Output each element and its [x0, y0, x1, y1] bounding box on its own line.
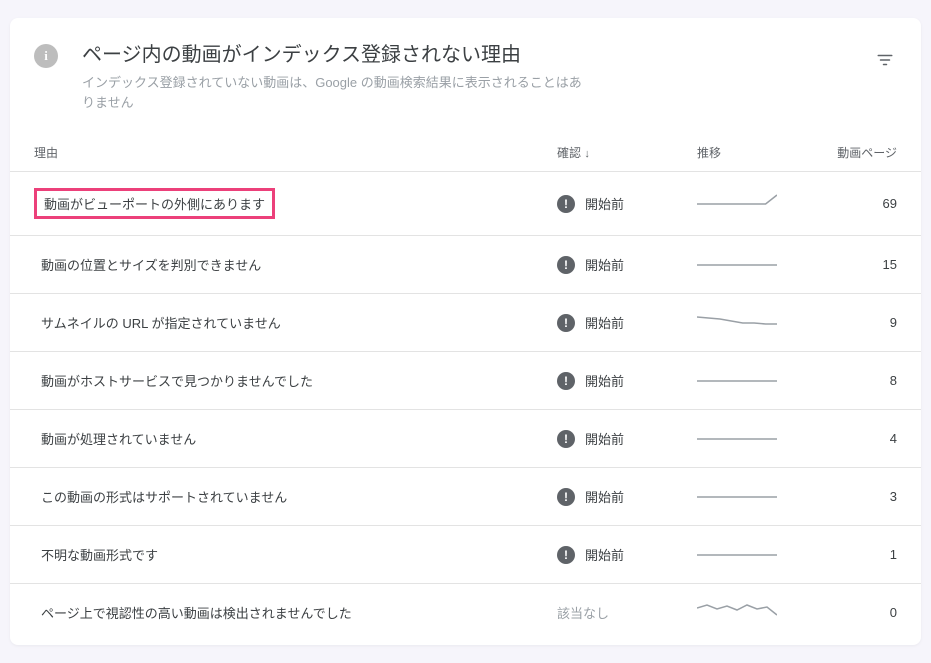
reason-text: ページ上で視認性の高い動画は検出されませんでした [34, 600, 359, 625]
pages-cell: 9 [801, 294, 921, 352]
table-header-row: 理由 確認 ↓ 推移 動画ページ [10, 134, 921, 172]
col-pages: 動画ページ [801, 134, 921, 172]
reason-text: 不明な動画形式です [34, 542, 165, 567]
table-row[interactable]: サムネイルの URL が指定されていません! 開始前 9 [10, 294, 921, 352]
reason-text: 動画がホストサービスで見つかりませんでした [34, 368, 320, 393]
trend-cell [673, 526, 801, 584]
info-icon: i [34, 44, 58, 68]
issues-table: 理由 確認 ↓ 推移 動画ページ 動画がビューポートの外側にあります! 開始前 69… [10, 134, 921, 641]
trend-cell [673, 584, 801, 642]
exclamation-icon: ! [557, 372, 575, 390]
exclamation-icon: ! [557, 314, 575, 332]
table-row[interactable]: ページ上で視認性の高い動画は検出されませんでした 該当なし 0 [10, 584, 921, 642]
status-cell: ! 開始前 [533, 410, 673, 468]
reason-cell: 動画の位置とサイズを判別できません [10, 236, 533, 294]
exclamation-icon: ! [557, 488, 575, 506]
reason-cell: 不明な動画形式です [10, 526, 533, 584]
status-cell: ! 開始前 [533, 294, 673, 352]
sparkline [697, 192, 777, 212]
header-text: ページ内の動画がインデックス登録されない理由 インデックス登録されていない動画は… [82, 42, 861, 112]
pages-cell: 0 [801, 584, 921, 642]
reason-cell: 動画がビューポートの外側にあります [10, 172, 533, 236]
status-label: 開始前 [585, 545, 624, 564]
status-label: 開始前 [585, 487, 624, 506]
trend-cell [673, 410, 801, 468]
pages-cell: 15 [801, 236, 921, 294]
col-reason: 理由 [10, 134, 533, 172]
sparkline [697, 369, 777, 389]
table-row[interactable]: 動画が処理されていません! 開始前 4 [10, 410, 921, 468]
filter-button[interactable] [873, 48, 897, 72]
info-icon-glyph: i [44, 48, 48, 64]
status-cell: ! 開始前 [533, 352, 673, 410]
reason-text: 動画がビューポートの外側にあります [34, 188, 275, 219]
status-cell: ! 開始前 [533, 468, 673, 526]
exclamation-icon: ! [557, 430, 575, 448]
status-cell: ! 開始前 [533, 526, 673, 584]
pages-cell: 3 [801, 468, 921, 526]
exclamation-icon: ! [557, 256, 575, 274]
col-validation[interactable]: 確認 ↓ [533, 134, 673, 172]
status-label: 開始前 [585, 255, 624, 274]
sparkline [697, 601, 777, 621]
status-label: 開始前 [585, 429, 624, 448]
sparkline [697, 253, 777, 273]
pages-cell: 4 [801, 410, 921, 468]
sparkline [697, 485, 777, 505]
table-row[interactable]: 動画がホストサービスで見つかりませんでした! 開始前 8 [10, 352, 921, 410]
table-row[interactable]: 動画がビューポートの外側にあります! 開始前 69 [10, 172, 921, 236]
trend-cell [673, 236, 801, 294]
card-header: i ページ内の動画がインデックス登録されない理由 インデックス登録されていない動… [10, 18, 921, 134]
sparkline [697, 427, 777, 447]
status-label: 開始前 [585, 371, 624, 390]
pages-cell: 8 [801, 352, 921, 410]
reason-cell: サムネイルの URL が指定されていません [10, 294, 533, 352]
filter-icon [876, 51, 894, 69]
exclamation-icon: ! [557, 546, 575, 564]
col-trend: 推移 [673, 134, 801, 172]
reason-cell: ページ上で視認性の高い動画は検出されませんでした [10, 584, 533, 642]
status-label: 該当なし [557, 603, 609, 622]
status-label: 開始前 [585, 313, 624, 332]
reason-cell: この動画の形式はサポートされていません [10, 468, 533, 526]
page-subtitle: インデックス登録されていない動画は、Google の動画検索結果に表示されること… [82, 73, 582, 112]
pages-cell: 1 [801, 526, 921, 584]
table-row[interactable]: 動画の位置とサイズを判別できません! 開始前 15 [10, 236, 921, 294]
status-cell: 該当なし [533, 584, 673, 642]
trend-cell [673, 468, 801, 526]
trend-cell [673, 294, 801, 352]
status-cell: ! 開始前 [533, 236, 673, 294]
exclamation-icon: ! [557, 195, 575, 213]
reason-text: 動画の位置とサイズを判別できません [34, 252, 268, 277]
report-card: i ページ内の動画がインデックス登録されない理由 インデックス登録されていない動… [10, 18, 921, 645]
col-validation-label: 確認 [557, 146, 581, 160]
trend-cell [673, 172, 801, 236]
page-title: ページ内の動画がインデックス登録されない理由 [82, 42, 861, 69]
reason-cell: 動画がホストサービスで見つかりませんでした [10, 352, 533, 410]
table-row[interactable]: この動画の形式はサポートされていません! 開始前 3 [10, 468, 921, 526]
reason-text: この動画の形式はサポートされていません [34, 484, 294, 509]
trend-cell [673, 352, 801, 410]
sparkline [697, 543, 777, 563]
status-cell: ! 開始前 [533, 172, 673, 236]
reason-cell: 動画が処理されていません [10, 410, 533, 468]
pages-cell: 69 [801, 172, 921, 236]
sparkline [697, 311, 777, 331]
table-row[interactable]: 不明な動画形式です! 開始前 1 [10, 526, 921, 584]
sort-descending-icon: ↓ [584, 148, 590, 160]
reason-text: サムネイルの URL が指定されていません [34, 310, 288, 335]
status-label: 開始前 [585, 194, 624, 213]
reason-text: 動画が処理されていません [34, 426, 203, 451]
